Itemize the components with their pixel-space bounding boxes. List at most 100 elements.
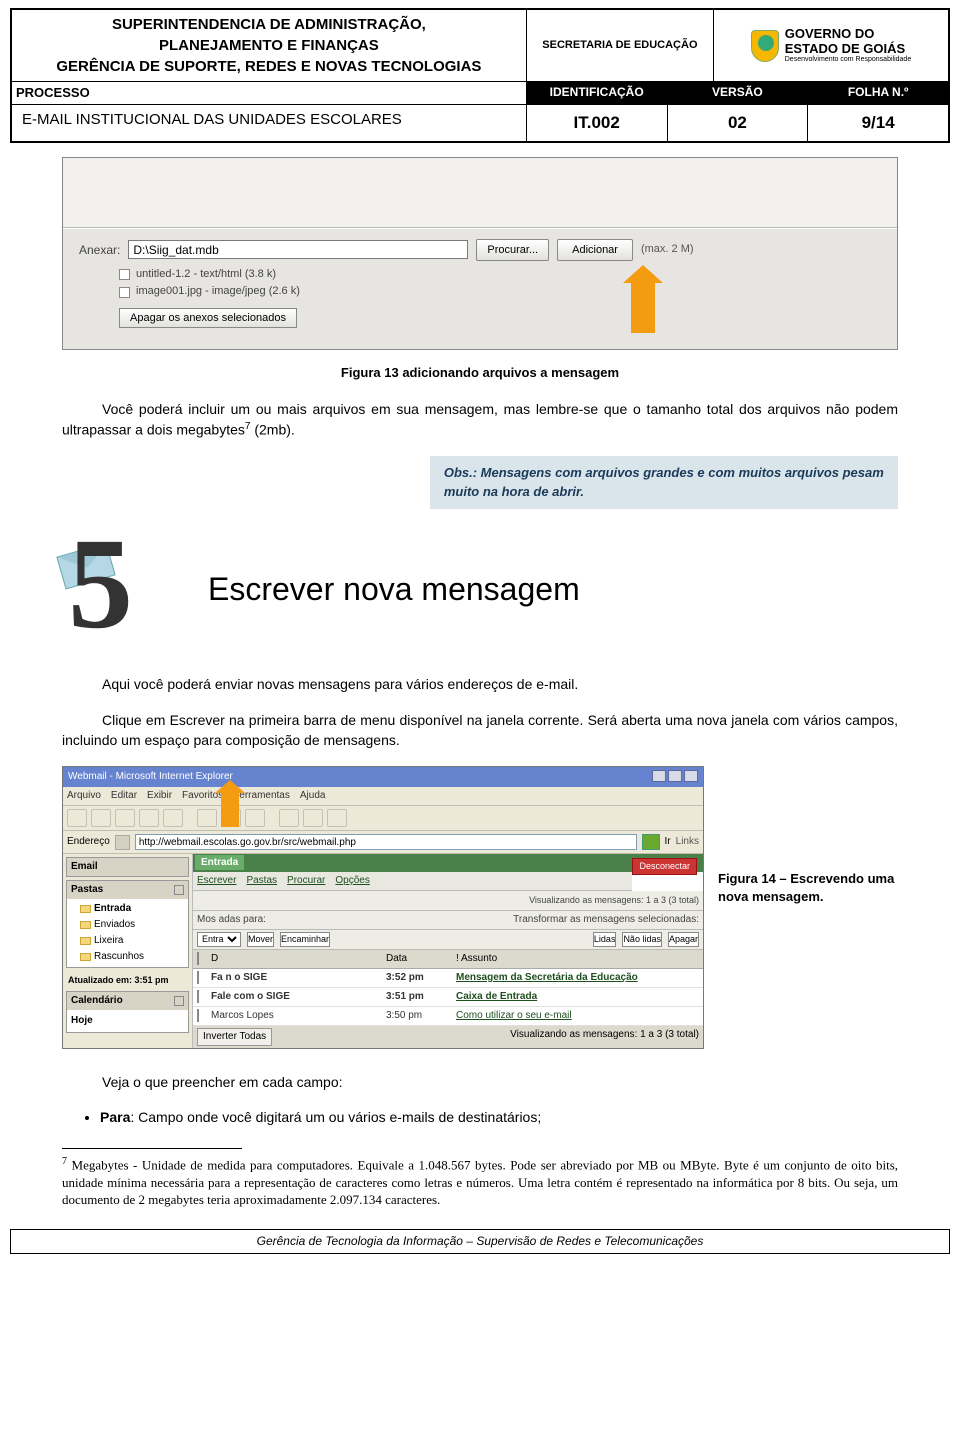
msg-row[interactable]: Fa n o SIGE3:52 pmMensagem da Secretária… [193, 969, 703, 988]
attach-item: image001.jpg - image/jpeg (2.6 k) [119, 284, 881, 299]
mover-button[interactable] [247, 932, 274, 947]
stop-icon[interactable] [115, 809, 135, 827]
naolidas-button[interactable] [622, 932, 662, 947]
gov-l3: Desenvolvimento com Responsabilidade [785, 56, 911, 64]
menu-item[interactable]: Exibir [147, 789, 172, 803]
bullet-para: Para: Campo onde você digitará um ou vár… [100, 1108, 898, 1128]
org-l3: GERÊNCIA DE SUPORTE, REDES E NOVAS TECNO… [18, 56, 520, 77]
page-footer: Gerência de Tecnologia da Informação – S… [10, 1229, 950, 1254]
section-5-title: Escrever nova mensagem [208, 567, 580, 612]
collapse-icon[interactable] [174, 885, 184, 895]
org-l2: PLANEJAMENTO E FINANÇAS [18, 35, 520, 56]
section-5-header: 5 Escrever nova mensagem [62, 539, 898, 639]
home-icon[interactable] [163, 809, 183, 827]
paragraph-1: Você poderá incluir um ou mais arquivos … [62, 400, 898, 440]
escrever-link[interactable]: Escrever [197, 874, 236, 888]
history-icon[interactable] [245, 809, 265, 827]
doc-title: E-MAIL INSTITUCIONAL DAS UNIDADES ESCOLA… [12, 105, 527, 141]
checkbox-icon[interactable] [197, 1009, 199, 1022]
state-coat-icon [751, 30, 779, 62]
maximize-icon[interactable] [668, 770, 682, 782]
secretaria: SECRETARIA DE EDUCAÇÃO [527, 10, 714, 81]
disconnect-button[interactable]: Desconectar [632, 858, 697, 875]
menu-item[interactable]: Editar [111, 789, 137, 803]
lidas-button[interactable] [593, 932, 617, 947]
checkbox-icon[interactable] [119, 269, 130, 280]
links-label[interactable]: Links [676, 835, 699, 849]
edit-icon[interactable] [327, 809, 347, 827]
folder-icon [80, 921, 91, 929]
folder-item[interactable]: Lixeira [70, 933, 185, 949]
add-button[interactable]: Adicionar [557, 239, 633, 261]
sidebar-cal[interactable]: Calendário [71, 994, 123, 1008]
address-input[interactable] [135, 834, 637, 850]
print-icon[interactable] [303, 809, 323, 827]
screenshot-webmail: Webmail - Microsoft Internet Explorer Ar… [62, 766, 704, 1049]
folder-icon [80, 953, 91, 961]
mail-icon[interactable] [279, 809, 299, 827]
attach-item: untitled-1.2 - text/html (3.8 k) [119, 267, 881, 282]
apagar-button[interactable] [668, 932, 699, 947]
collapse-icon[interactable] [174, 996, 184, 1006]
go-button[interactable] [642, 834, 660, 850]
entrada-tab[interactable]: Entrada [195, 855, 244, 870]
folder-item[interactable]: Enviados [70, 917, 185, 933]
arrow-highlight-icon [221, 793, 239, 827]
address-label: Endereço [67, 835, 110, 849]
figure13-caption: Figura 13 adicionando arquivos a mensage… [62, 364, 898, 382]
forward-icon[interactable] [91, 809, 111, 827]
paragraph-3: Clique em Escrever na primeira barra de … [62, 711, 898, 750]
document-header: SUPERINTENDENCIA DE ADMINISTRAÇÃO, PLANE… [10, 8, 950, 143]
pastas-link[interactable]: Pastas [246, 874, 277, 888]
folder-item[interactable]: Rascunhos [70, 949, 185, 965]
minimize-icon[interactable] [652, 770, 666, 782]
screenshot-attach: Anexar: Procurar... Adicionar (max. 2 M)… [62, 157, 898, 350]
checkbox-icon[interactable] [197, 990, 199, 1003]
checkbox-icon[interactable] [119, 287, 130, 298]
menu-item[interactable]: Ajuda [300, 789, 326, 803]
refresh-icon[interactable] [139, 809, 159, 827]
lbl-processo: PROCESSO [12, 82, 527, 104]
arrow-highlight-icon [631, 283, 655, 333]
opcoes-link[interactable]: Opções [335, 874, 369, 888]
back-icon[interactable] [67, 809, 87, 827]
footnote-separator [62, 1148, 242, 1149]
menu-item[interactable]: Arquivo [67, 789, 101, 803]
sidebar-pastas[interactable]: Pastas [71, 883, 103, 897]
attach-input[interactable] [128, 240, 468, 259]
checkbox-icon[interactable] [197, 952, 199, 965]
lbl-folha: FOLHA N.º [808, 82, 948, 104]
action-bar: Escrever Pastas Procurar Opções [193, 872, 632, 891]
gov-l1: GOVERNO DO [785, 27, 911, 41]
footnote-7: 7 Megabytes - Unidade de medida para com… [62, 1155, 898, 1209]
lbl-versao: VERSÃO [668, 82, 809, 104]
gov-l2: ESTADO DE GOIÁS [785, 42, 911, 56]
invert-button[interactable]: Inverter Todas [197, 1028, 272, 1046]
folder-item[interactable]: Entrada [70, 901, 185, 917]
browse-button[interactable]: Procurar... [476, 239, 549, 261]
main-panel: Entrada Desconectar Escrever Pastas Proc… [193, 854, 703, 1048]
window-title: Webmail - Microsoft Internet Explorer [68, 770, 233, 784]
close-icon[interactable] [684, 770, 698, 782]
msg-header-row: D Data ! Assunto [193, 950, 703, 969]
encaminhar-button[interactable] [280, 932, 330, 947]
folder-select[interactable]: Entra [197, 932, 241, 947]
vis-count: Visualizando as mensagens: 1 a 3 (3 tota… [529, 894, 699, 907]
val-id: IT.002 [527, 105, 668, 141]
procurar-link[interactable]: Procurar [287, 874, 325, 888]
sidebar-email[interactable]: Email [71, 860, 98, 874]
search-icon[interactable] [197, 809, 217, 827]
checkbox-icon[interactable] [197, 971, 199, 984]
updated-label: Atualizado em: 3:51 pm [68, 975, 169, 985]
window-titlebar: Webmail - Microsoft Internet Explorer [63, 767, 703, 787]
delete-selected-button[interactable]: Apagar os anexos selecionados [119, 308, 297, 328]
org-block: SUPERINTENDENCIA DE ADMINISTRAÇÃO, PLANE… [12, 10, 527, 81]
transform-label: Transformar as mensagens selecionadas: [513, 913, 699, 927]
paragraph-2: Aqui você poderá enviar novas mensagens … [62, 675, 898, 695]
number-5-icon: 5 [62, 539, 182, 639]
msg-row[interactable]: Fale com o SIGE3:51 pmCaixa de Entrada [193, 988, 703, 1007]
folder-icon [80, 905, 91, 913]
msg-row[interactable]: Marcos Lopes3:50 pmComo utilizar o seu e… [193, 1007, 703, 1026]
obs-callout: Obs.: Mensagens com arquivos grandes e c… [430, 456, 898, 510]
val-ver: 02 [668, 105, 809, 141]
